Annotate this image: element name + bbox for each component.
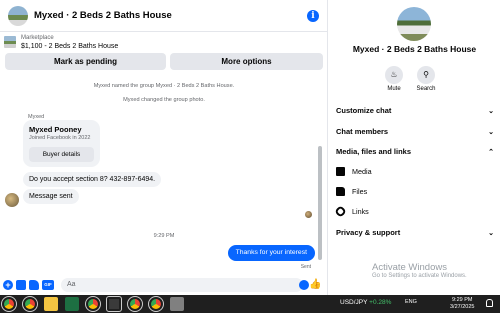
- chat-pane: Myxed · 2 Beds 2 Baths House i Marketpla…: [0, 0, 328, 295]
- folder-icon[interactable]: [44, 297, 58, 311]
- clock[interactable]: 9:29 PM 3/27/2025: [450, 297, 474, 311]
- system-message: Myxed named the group Myxed · 2 Beds 2 B…: [93, 83, 235, 89]
- section-label: Chat members: [336, 127, 389, 136]
- marketplace-listing[interactable]: Marketplace $1,100 - 2 Beds 2 Baths Hous…: [0, 33, 328, 53]
- chrome-icon[interactable]: [127, 296, 143, 312]
- thumbs-up-icon[interactable]: 👍: [309, 280, 321, 290]
- incoming-message[interactable]: Message sent: [23, 189, 79, 204]
- message-input[interactable]: Aa: [61, 278, 303, 292]
- chevron-down-icon: ⌄: [488, 229, 494, 237]
- chat-title[interactable]: Myxed · 2 Beds 2 Baths House: [34, 10, 307, 21]
- outgoing-message[interactable]: Thanks for your interest: [227, 245, 315, 261]
- clock-time: 9:29 PM: [451, 297, 473, 303]
- bell-icon[interactable]: ♨: [385, 66, 403, 84]
- clock-date: 3/27/2025: [450, 304, 475, 310]
- sub-item-label: Links: [352, 207, 369, 216]
- section-label: Privacy & support: [336, 228, 401, 237]
- search-label: Search: [416, 86, 436, 92]
- chevron-down-icon: ⌄: [488, 128, 494, 136]
- stock-ticker[interactable]: USD/JPY +0.28%: [340, 299, 391, 306]
- ticker-change: +0.28%: [369, 299, 392, 306]
- chrome-icon[interactable]: [22, 296, 38, 312]
- media-icon: [336, 167, 345, 176]
- sender-avatar[interactable]: [5, 193, 19, 207]
- sub-item-media[interactable]: Media: [336, 167, 372, 176]
- info-icon[interactable]: i: [307, 9, 319, 22]
- ticker-symbol: USD/JPY: [340, 299, 368, 306]
- message-status: Sent: [300, 264, 311, 270]
- section-chat-members[interactable]: Chat members ⌄: [336, 127, 494, 136]
- file-icon: [336, 187, 345, 196]
- gif-icon[interactable]: GIF: [42, 280, 54, 290]
- emoji-icon[interactable]: [299, 280, 309, 290]
- seen-avatar: [305, 211, 312, 218]
- profile-card: Myxed Pooney Joined Facebook in 2022 Buy…: [23, 120, 100, 167]
- sub-item-links[interactable]: Links: [334, 205, 369, 218]
- link-icon: [334, 205, 347, 218]
- section-customize-chat[interactable]: Customize chat ⌄: [336, 106, 494, 115]
- more-options-button[interactable]: More options: [170, 53, 323, 70]
- activation-watermark: Activate Windows Go to Settings to activ…: [372, 262, 467, 279]
- message-timestamp: 9:29 PM: [153, 233, 175, 239]
- system-message: Myxed changed the group photo.: [123, 97, 205, 103]
- section-label: Customize chat: [336, 106, 392, 115]
- image-icon[interactable]: [16, 280, 26, 290]
- watermark-subtitle: Go to Settings to activate Windows.: [372, 273, 467, 279]
- notification-icon[interactable]: [486, 299, 493, 307]
- section-media-files-links[interactable]: Media, files and links ⌃: [336, 147, 494, 156]
- excel-icon[interactable]: [65, 297, 79, 311]
- sticker-icon[interactable]: [29, 280, 39, 290]
- marketplace-label: Marketplace: [21, 35, 54, 41]
- mute-label: Mute: [387, 86, 401, 92]
- chat-info-panel: Myxed · 2 Beds 2 Baths House ♨ ⚲ Mute Se…: [329, 0, 500, 295]
- profile-joined: Joined Facebook in 2022: [29, 135, 91, 141]
- search-icon[interactable]: ⚲: [417, 66, 435, 84]
- chrome-icon[interactable]: [106, 296, 122, 312]
- language-indicator[interactable]: ENG: [405, 299, 417, 305]
- group-name: Myxed · 2 Beds 2 Baths House: [352, 44, 477, 54]
- listing-title: $1,100 - 2 Beds 2 Baths House: [21, 43, 119, 50]
- chat-header: Myxed · 2 Beds 2 Baths House i: [0, 0, 327, 32]
- group-photo[interactable]: [397, 7, 431, 41]
- sub-item-label: Files: [352, 187, 368, 196]
- chrome-icon[interactable]: [148, 296, 164, 312]
- taskbar: [0, 295, 500, 313]
- buyer-details-button[interactable]: Buyer details: [29, 147, 94, 162]
- section-label: Media, files and links: [336, 147, 412, 156]
- mark-as-pending-button[interactable]: Mark as pending: [5, 53, 166, 70]
- system-tray: ENG: [405, 299, 417, 305]
- chevron-up-icon: ⌃: [488, 148, 494, 156]
- plus-icon[interactable]: +: [3, 280, 13, 290]
- sub-item-files[interactable]: Files: [336, 187, 367, 196]
- chrome-icon[interactable]: [1, 296, 17, 312]
- chat-scrollbar[interactable]: [318, 146, 322, 260]
- chrome-icon[interactable]: [85, 296, 101, 312]
- incoming-message[interactable]: Do you accept section 8? 432-897-6494.: [23, 172, 162, 187]
- group-avatar[interactable]: [8, 5, 28, 26]
- app-icon[interactable]: [170, 297, 184, 311]
- sub-item-label: Media: [352, 167, 372, 176]
- profile-name: Myxed Pooney: [29, 125, 82, 134]
- watermark-title: Activate Windows: [372, 262, 447, 273]
- composer: + GIF Aa 👍: [0, 276, 328, 294]
- section-privacy-support[interactable]: Privacy & support ⌄: [336, 228, 494, 237]
- chevron-down-icon: ⌄: [488, 107, 494, 115]
- listing-thumbnail: [4, 36, 16, 48]
